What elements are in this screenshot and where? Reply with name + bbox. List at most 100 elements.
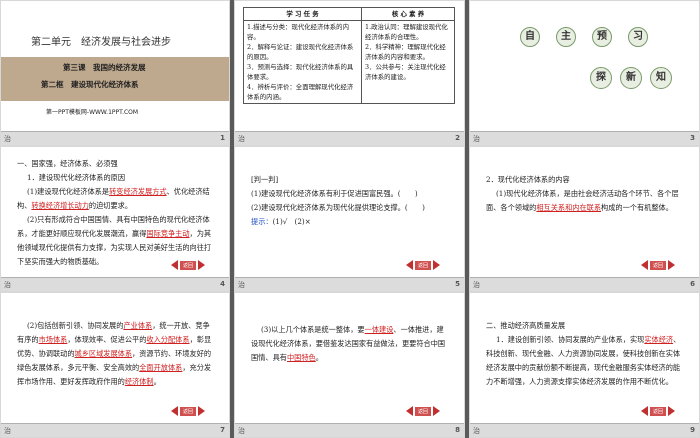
slide-thumbnail-9[interactable]: 二、推动经济高质量发展 1．建设创新引领、协同发展的产业体系，实现实体经济、科技… xyxy=(469,292,700,438)
return-button[interactable]: 返回 xyxy=(414,406,431,416)
slide-number: 3 xyxy=(690,134,695,142)
slide-thumbnail-grid: 第二单元 经济发展与社会进步 第三课 我国的经济发展 第二框 建设现代化经济体系… xyxy=(0,0,700,438)
slide-text: 二、推动经济高质量发展 1．建设创新引领、协同发展的产业体系，实现实体经济、科技… xyxy=(486,319,685,389)
title-char: 预 xyxy=(592,27,612,47)
slide-nav[interactable]: 返回 xyxy=(170,259,205,271)
key-term: 经济体制 xyxy=(124,377,154,386)
next-arrow-icon[interactable] xyxy=(433,260,440,270)
text: 1．建设创新引领、协同发展的产业体系，实现 xyxy=(496,335,645,344)
slide-footer: 治 1 xyxy=(1,131,229,145)
key-term: 转变经济发展方式 xyxy=(109,187,167,196)
text: (2)包括创新引领、协同发展的 xyxy=(27,321,124,330)
title-char: 主 xyxy=(556,27,576,47)
slide-thumbnail-7[interactable]: (2)包括创新引领、协同发展的产业体系，统一开放、竞争有序的市场体系，体现效率、… xyxy=(0,292,230,438)
section-title: 第二框 建设现代化经济体系 xyxy=(41,80,139,89)
prev-arrow-icon[interactable] xyxy=(640,406,648,416)
answer-label: 提示： xyxy=(251,217,273,226)
slide-number: 4 xyxy=(220,280,225,288)
key-term: 城乡区域发展体系 xyxy=(74,349,133,358)
key-term: 实体经济 xyxy=(644,335,674,344)
subtitle-char: 探 xyxy=(590,67,612,89)
key-term: 相互关系和内在联系 xyxy=(536,203,602,212)
text: (3)以上几个体系是统一整体，要 xyxy=(261,325,365,334)
footer-label: 治 xyxy=(238,281,245,289)
slide-thumbnail-3[interactable]: 自 主 预 习 探 新 知 治 3 xyxy=(469,0,700,146)
slide-number: 7 xyxy=(220,426,225,434)
return-button[interactable]: 返回 xyxy=(179,260,196,270)
paragraph: (3)以上几个体系是统一整体，要一体建设、一体推进，建设现代化经济体系，要借鉴发… xyxy=(251,323,450,365)
slide-text: 一、国家强，经济体系、必须强 1．建设现代化经济体系的原因 (1)建设现代化经济… xyxy=(17,157,215,269)
return-button[interactable]: 返回 xyxy=(414,260,431,270)
next-arrow-icon[interactable] xyxy=(198,260,205,270)
question: (1)建设现代化经济体系有利于促进国富民强。( ) xyxy=(251,189,418,198)
answer-line: 提示：(1)√ (2)× xyxy=(251,215,450,229)
footer-label: 治 xyxy=(4,281,11,289)
subheading: 1．建设现代化经济体系的原因 xyxy=(27,173,126,182)
slide-number: 9 xyxy=(690,426,695,434)
return-button[interactable]: 返回 xyxy=(649,406,666,416)
paragraph: (1)建设现代化经济体系是转变经济发展方式、优化经济结构、转换经济增长动力的迫切… xyxy=(17,185,215,213)
slide-thumbnail-2[interactable]: 学 习 任 务 核 心 素 养 1.描述与分类：现代化经济体系的内容。 2．解释… xyxy=(234,0,465,146)
key-term: 产业体系 xyxy=(123,321,153,330)
footer-label: 治 xyxy=(473,427,480,435)
next-arrow-icon[interactable] xyxy=(433,406,440,416)
paragraph: (2)包括创新引领、协同发展的产业体系，统一开放、竞争有序的市场体系，体现效率、… xyxy=(17,319,215,389)
slide-footer: 治 8 xyxy=(235,423,464,437)
slide-footer: 治 2 xyxy=(235,131,464,145)
slide-footer: 治 3 xyxy=(470,131,699,145)
title-char: 习 xyxy=(628,27,648,47)
title-char: 自 xyxy=(520,27,540,47)
prev-arrow-icon[interactable] xyxy=(640,260,648,270)
unit-title: 第二单元 经济发展与社会进步 xyxy=(31,37,171,48)
slide-footer: 治 5 xyxy=(235,277,464,291)
key-term: 收入分配体系 xyxy=(146,335,190,344)
slide-thumbnail-5[interactable]: [判一判] (1)建设现代化经济体系有利于促进国富民强。( ) (2)建设现代化… xyxy=(234,146,465,292)
text: 。 xyxy=(315,353,323,362)
answer: (1)√ (2)× xyxy=(272,217,311,226)
return-button[interactable]: 返回 xyxy=(649,260,666,270)
prev-arrow-icon[interactable] xyxy=(170,260,178,270)
slide-number: 6 xyxy=(690,280,695,288)
subtitle-char: 知 xyxy=(650,67,672,89)
table-header-tasks: 学 习 任 务 xyxy=(243,7,362,21)
question: (2)建设现代化经济体系为现代化提供理论支撑。( ) xyxy=(251,203,425,212)
slide-nav[interactable]: 返回 xyxy=(405,405,440,417)
footer-label: 治 xyxy=(238,427,245,435)
next-arrow-icon[interactable] xyxy=(668,260,675,270)
key-term: 转换经济增长动力 xyxy=(31,201,89,210)
subheading: 2．现代化经济体系的内容 xyxy=(486,175,570,184)
slide-number: 5 xyxy=(455,280,460,288)
key-term: 国际竞争主动 xyxy=(146,229,190,238)
text: (1)建设现代化经济体系是 xyxy=(27,187,110,196)
slide-number: 2 xyxy=(455,134,460,142)
footer-label: 治 xyxy=(473,135,480,143)
slide-nav[interactable]: 返回 xyxy=(170,405,205,417)
site-watermark: 第一PPT模板网-WWW.1PPT.COM xyxy=(46,109,139,116)
slide-nav[interactable]: 返回 xyxy=(640,259,675,271)
slide-text: [判一判] (1)建设现代化经济体系有利于促进国富民强。( ) (2)建设现代化… xyxy=(251,173,450,229)
text: 。 xyxy=(153,377,161,386)
slide-thumbnail-1[interactable]: 第二单元 经济发展与社会进步 第三课 我国的经济发展 第二框 建设现代化经济体系… xyxy=(0,0,230,146)
prev-arrow-icon[interactable] xyxy=(170,406,178,416)
slide-thumbnail-6[interactable]: 2．现代化经济体系的内容 (1)现代化经济体系，是由社会经济活动各个环节、各个层… xyxy=(469,146,700,292)
next-arrow-icon[interactable] xyxy=(668,406,675,416)
return-button[interactable]: 返回 xyxy=(179,406,196,416)
key-term: 全面开放体系 xyxy=(139,363,183,372)
footer-label: 治 xyxy=(473,281,480,289)
heading: 二、推动经济高质量发展 xyxy=(486,321,566,330)
slide-nav[interactable]: 返回 xyxy=(405,259,440,271)
slide-footer: 治 4 xyxy=(1,277,229,291)
slide-number: 8 xyxy=(455,426,460,434)
prev-arrow-icon[interactable] xyxy=(405,260,413,270)
slide-thumbnail-8[interactable]: (3)以上几个体系是统一整体，要一体建设、一体推进，建设现代化经济体系，要借鉴发… xyxy=(234,292,465,438)
footer-label: 治 xyxy=(238,135,245,143)
text: 的迫切要求。 xyxy=(88,201,133,210)
objectives-table: 学 习 任 务 核 心 素 养 1.描述与分类：现代化经济体系的内容。 2．解释… xyxy=(243,7,455,104)
slide-number: 1 xyxy=(220,134,225,142)
footer-label: 治 xyxy=(4,135,11,143)
slide-nav[interactable]: 返回 xyxy=(640,405,675,417)
next-arrow-icon[interactable] xyxy=(198,406,205,416)
prev-arrow-icon[interactable] xyxy=(405,406,413,416)
slide-thumbnail-4[interactable]: 一、国家强，经济体系、必须强 1．建设现代化经济体系的原因 (1)建设现代化经济… xyxy=(0,146,230,292)
lesson-title: 第三课 我国的经济发展 xyxy=(63,63,146,72)
